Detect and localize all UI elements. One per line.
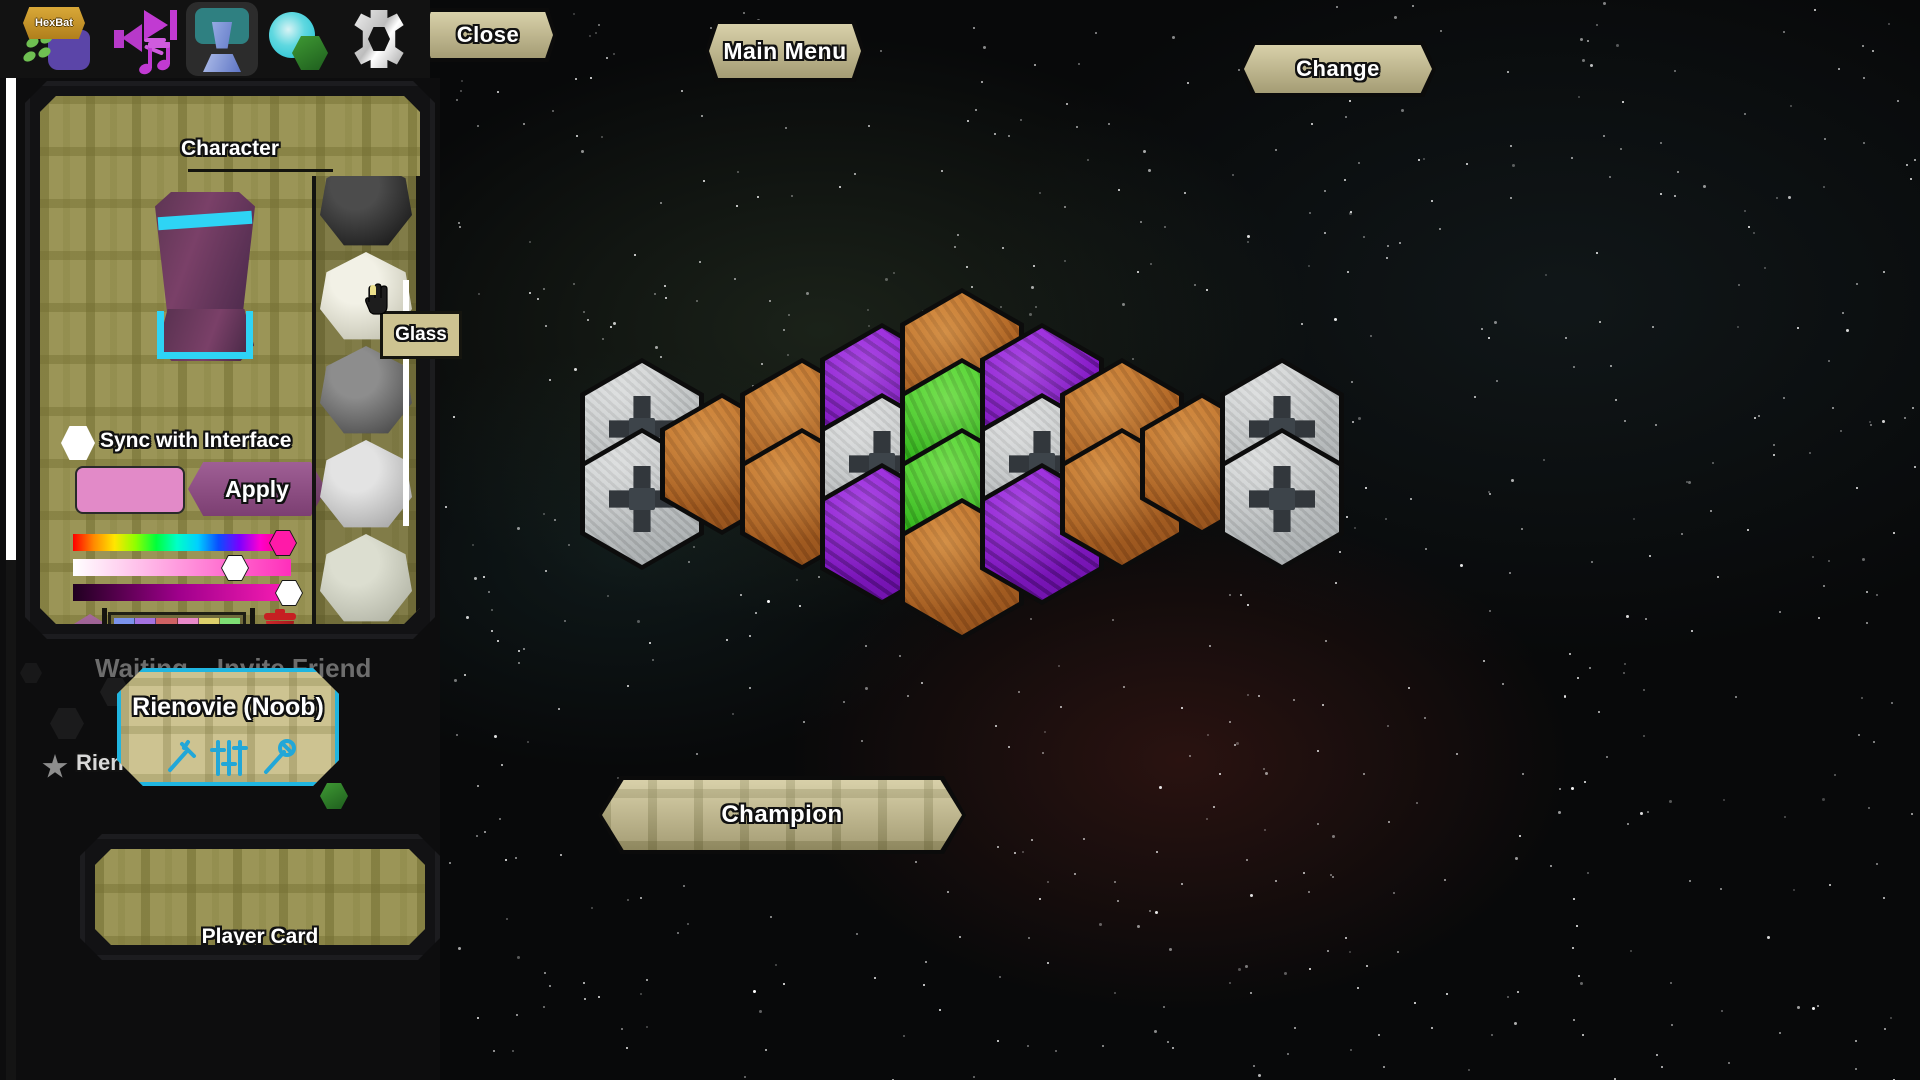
palette-swatch[interactable] bbox=[114, 618, 135, 624]
palette-swatch[interactable] bbox=[156, 618, 177, 624]
toolbar-item-settings[interactable] bbox=[342, 2, 414, 76]
cross-core-icon bbox=[629, 488, 655, 510]
material-tooltip-label: Glass bbox=[395, 324, 447, 345]
material-concrete[interactable] bbox=[320, 440, 412, 532]
value-slider[interactable] bbox=[73, 584, 295, 601]
sliders-icon[interactable] bbox=[209, 738, 249, 778]
sync-with-interface-checkbox[interactable] bbox=[61, 426, 95, 460]
top-toolbar: HexBat bbox=[0, 0, 430, 78]
toolbar-item-world[interactable] bbox=[262, 2, 334, 76]
material-marble[interactable] bbox=[320, 534, 412, 624]
toolbar-item-avatar[interactable] bbox=[186, 2, 258, 76]
speaker-cone-icon bbox=[122, 24, 142, 52]
saturation-slider[interactable] bbox=[73, 559, 291, 576]
champion-button[interactable]: Champion bbox=[602, 780, 962, 850]
palette-left-post bbox=[102, 608, 107, 624]
main-menu-button-label: Main Menu bbox=[723, 37, 847, 64]
delete-color-lid bbox=[264, 613, 296, 620]
palette-right-post bbox=[250, 608, 255, 624]
toolbar-item-audio[interactable] bbox=[108, 2, 180, 76]
material-stone[interactable] bbox=[320, 346, 412, 438]
avatar-base-icon bbox=[203, 54, 241, 72]
apply-button[interactable]: Apply bbox=[188, 462, 326, 516]
palette-swatch[interactable] bbox=[178, 618, 199, 624]
left-sidebar: Waiting... Invite Friend Rienovie Player… bbox=[0, 78, 440, 1080]
close-button[interactable]: Close bbox=[423, 12, 553, 58]
material-obsidian[interactable] bbox=[320, 176, 412, 250]
tile-surface bbox=[1225, 433, 1339, 565]
character-panel-inner: Character Sync with Interface Apply bbox=[40, 96, 420, 624]
music-note-beam-icon bbox=[148, 42, 170, 48]
palette-frame bbox=[108, 612, 246, 624]
current-color-swatch[interactable] bbox=[75, 466, 185, 514]
hue-slider[interactable] bbox=[73, 534, 281, 551]
status-hex-icon bbox=[320, 783, 348, 809]
hexbat-logo-icon: HexBat bbox=[23, 7, 85, 39]
play-bar-icon bbox=[170, 10, 177, 40]
player-card-inner: Player Card bbox=[95, 849, 425, 945]
main-menu-button[interactable]: Main Menu bbox=[709, 24, 861, 78]
title-divider bbox=[188, 169, 333, 172]
cross-core-icon bbox=[1269, 488, 1295, 510]
character-panel-title: Character bbox=[180, 137, 280, 160]
palette-swatch[interactable] bbox=[199, 618, 220, 624]
close-button-label: Close bbox=[456, 22, 520, 47]
apply-button-label: Apply bbox=[225, 475, 289, 502]
sync-with-interface-label: Sync with Interface bbox=[100, 429, 292, 452]
champion-button-label: Champion bbox=[721, 801, 843, 828]
wrench-icon[interactable] bbox=[258, 738, 298, 778]
palette-swatch[interactable] bbox=[135, 618, 156, 624]
character-preview-body bbox=[155, 192, 255, 312]
decor-hex bbox=[20, 663, 42, 683]
palette-swatch[interactable] bbox=[220, 618, 240, 624]
play-triangle-icon bbox=[144, 10, 168, 40]
delete-color-button[interactable] bbox=[266, 621, 294, 624]
change-button-label: Change bbox=[1296, 56, 1380, 81]
material-tooltip: Glass bbox=[380, 311, 462, 359]
favorite-star-icon[interactable] bbox=[42, 754, 68, 778]
sidebar-scrollbar-thumb[interactable] bbox=[6, 78, 16, 560]
change-button[interactable]: Change bbox=[1244, 45, 1432, 93]
player-card-panel: Player Card bbox=[80, 834, 440, 960]
toolbar-item-hexbat[interactable]: HexBat bbox=[18, 2, 90, 76]
player-card-title: Player Card bbox=[201, 925, 319, 945]
character-panel: Character Sync with Interface Apply bbox=[25, 81, 435, 639]
decor-hex bbox=[50, 708, 84, 739]
player-tooltip-name: Rienovie (Noob) bbox=[132, 693, 324, 721]
hexbat-leaf-icon bbox=[21, 49, 38, 64]
hammer-icon[interactable] bbox=[160, 738, 200, 778]
